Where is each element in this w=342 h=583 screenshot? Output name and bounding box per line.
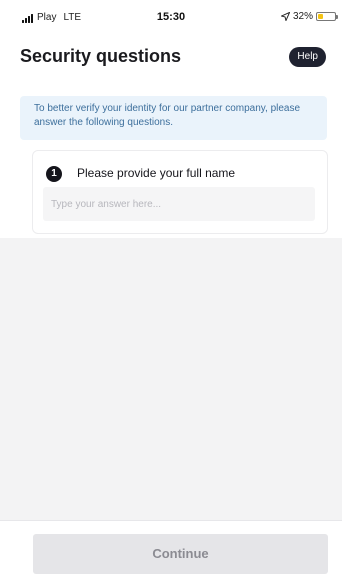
page-title: Security questions: [20, 46, 182, 66]
questions-panel: To better verify your identity for our p…: [0, 78, 342, 238]
app-screen: Play LTE 15:30 32% Security questions He…: [0, 0, 342, 583]
info-banner: To better verify your identity for our p…: [20, 96, 327, 140]
full-name-answer-input[interactable]: [43, 187, 315, 221]
question-card: 1 Please provide your full name: [32, 150, 328, 234]
battery-percent: 32%: [292, 11, 313, 22]
continue-button[interactable]: Continue: [33, 534, 328, 574]
question-number-badge: 1: [46, 166, 62, 182]
location-arrow-icon: [280, 12, 290, 21]
bottom-bar: Continue: [0, 520, 342, 583]
battery-level-fill: [318, 14, 323, 19]
battery-icon: [316, 12, 338, 21]
help-button[interactable]: Help: [289, 47, 326, 67]
question-label: Please provide your full name: [77, 166, 236, 180]
page-header: Security questions Help: [0, 36, 342, 78]
status-bar: Play LTE 15:30 32%: [0, 0, 342, 36]
status-indicators: 32%: [280, 11, 338, 22]
